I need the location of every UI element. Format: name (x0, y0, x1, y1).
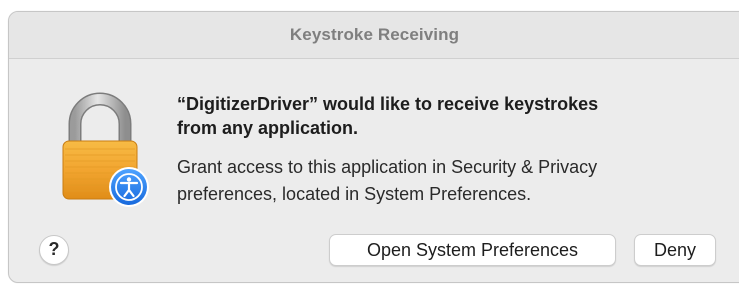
help-button[interactable]: ? (39, 235, 69, 265)
heading-line-2: from any application. (177, 118, 359, 138)
message-line-1: Grant access to this application in Secu… (177, 157, 598, 177)
open-system-preferences-button[interactable]: Open System Preferences (329, 234, 616, 266)
deny-button[interactable]: Deny (634, 234, 716, 266)
accessibility-icon (109, 167, 149, 207)
title-bar: Keystroke Receiving (9, 12, 739, 59)
dialog-title: Keystroke Receiving (289, 25, 460, 44)
lock-icon (53, 91, 153, 211)
keystroke-receiving-dialog: Keystroke Receiving “DigitizerDriver” wo… (8, 11, 739, 283)
dialog-heading: “DigitizerDriver” would like to receive … (177, 92, 717, 140)
message-line-2: preferences, located in System Preferenc… (177, 184, 532, 204)
dialog-message: Grant access to this application in Secu… (177, 154, 717, 208)
heading-line-1: “DigitizerDriver” would like to receive … (177, 94, 599, 114)
